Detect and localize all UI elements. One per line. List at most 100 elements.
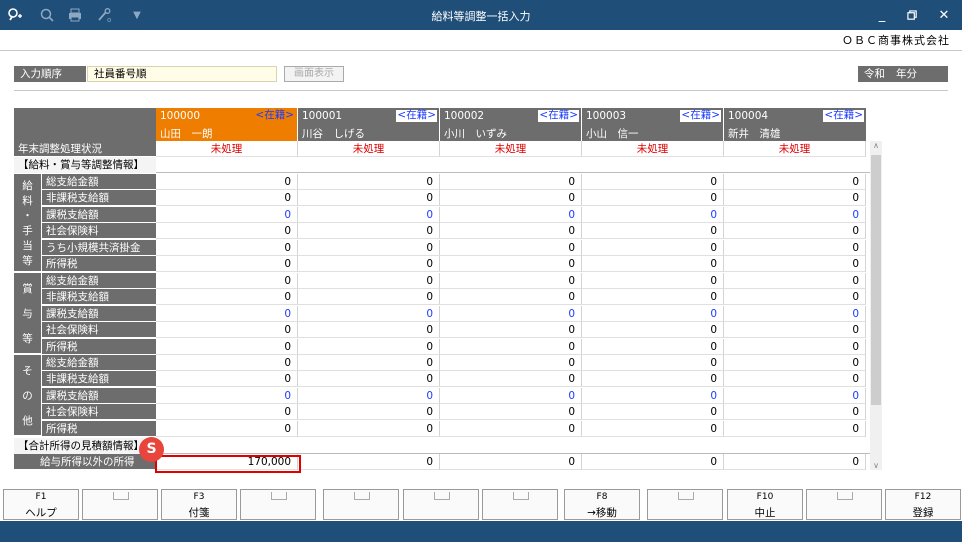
amount-cell[interactable]: 0 [724, 420, 866, 437]
amount-cell[interactable]: 0 [156, 420, 298, 437]
close-icon[interactable]: ✕ [930, 5, 958, 25]
amount-cell[interactable]: 0 [582, 387, 724, 404]
amount-cell[interactable]: 0 [440, 273, 582, 289]
amount-cell[interactable]: 0 [582, 289, 724, 306]
amount-cell[interactable]: 0 [724, 404, 866, 421]
other-income-cell[interactable]: 0 [724, 454, 866, 470]
amount-cell[interactable]: 0 [298, 223, 440, 240]
amount-cell[interactable]: 0 [156, 305, 298, 322]
restore-icon[interactable] [898, 5, 926, 25]
amount-cell[interactable]: 0 [298, 322, 440, 339]
f5-button[interactable] [323, 489, 399, 520]
amount-cell[interactable]: 0 [724, 338, 866, 355]
amount-cell[interactable]: 0 [156, 289, 298, 306]
other-income-cell[interactable]: 0 [582, 454, 724, 470]
amount-cell[interactable]: 0 [156, 273, 298, 289]
vertical-scrollbar[interactable]: ∧ ∨ [870, 141, 882, 470]
amount-cell[interactable]: 0 [440, 371, 582, 388]
employee-header-100000[interactable]: 100000 <在籍> 山田 一朗 [156, 108, 298, 141]
amount-cell[interactable]: 0 [724, 322, 866, 339]
amount-cell[interactable]: 0 [156, 239, 298, 256]
f4-button[interactable] [240, 489, 316, 520]
amount-cell[interactable]: 0 [440, 223, 582, 240]
amount-cell[interactable]: 0 [582, 239, 724, 256]
employee-header-100001[interactable]: 100001 <在籍> 川谷 しげる [298, 108, 440, 141]
amount-cell[interactable]: 0 [582, 273, 724, 289]
amount-cell[interactable]: 0 [440, 322, 582, 339]
employee-header-100003[interactable]: 100003 <在籍> 小山 信一 [582, 108, 724, 141]
f6-button[interactable] [403, 489, 479, 520]
amount-cell[interactable]: 0 [582, 256, 724, 272]
amount-cell[interactable]: 0 [582, 371, 724, 388]
f12-register-button[interactable]: F12 登録 [885, 489, 961, 520]
amount-cell[interactable]: 0 [298, 174, 440, 190]
amount-cell[interactable]: 0 [724, 223, 866, 240]
amount-cell[interactable]: 0 [298, 273, 440, 289]
f8-move-button[interactable]: F8 →移動 [564, 489, 640, 520]
amount-cell[interactable]: 0 [724, 190, 866, 207]
amount-cell[interactable]: 0 [582, 338, 724, 355]
amount-cell[interactable]: 0 [440, 289, 582, 306]
amount-cell[interactable]: 0 [440, 206, 582, 223]
amount-cell[interactable]: 0 [440, 190, 582, 207]
scroll-down-icon[interactable]: ∨ [870, 461, 882, 470]
amount-cell[interactable]: 0 [156, 338, 298, 355]
amount-cell[interactable]: 0 [156, 371, 298, 388]
amount-cell[interactable]: 0 [156, 387, 298, 404]
amount-cell[interactable]: 0 [298, 371, 440, 388]
amount-cell[interactable]: 0 [298, 404, 440, 421]
amount-cell[interactable]: 0 [298, 305, 440, 322]
amount-cell[interactable]: 0 [298, 190, 440, 207]
amount-cell[interactable]: 0 [298, 256, 440, 272]
amount-cell[interactable]: 0 [440, 338, 582, 355]
amount-cell[interactable]: 0 [440, 256, 582, 272]
amount-cell[interactable]: 0 [582, 305, 724, 322]
amount-cell[interactable]: 0 [440, 355, 582, 371]
amount-cell[interactable]: 0 [724, 355, 866, 371]
amount-cell[interactable]: 0 [440, 387, 582, 404]
scroll-thumb[interactable] [871, 155, 881, 405]
scroll-up-icon[interactable]: ∧ [870, 141, 882, 150]
amount-cell[interactable]: 0 [440, 420, 582, 437]
f2-button[interactable] [82, 489, 158, 520]
amount-cell[interactable]: 0 [298, 338, 440, 355]
f10-cancel-button[interactable]: F10 中止 [727, 489, 803, 520]
amount-cell[interactable]: 0 [724, 174, 866, 190]
amount-cell[interactable]: 0 [440, 239, 582, 256]
amount-cell[interactable]: 0 [582, 206, 724, 223]
amount-cell[interactable]: 0 [582, 223, 724, 240]
f7-button[interactable] [482, 489, 558, 520]
employee-header-100002[interactable]: 100002 <在籍> 小川 いずみ [440, 108, 582, 141]
amount-cell[interactable]: 0 [724, 371, 866, 388]
amount-cell[interactable]: 0 [298, 206, 440, 223]
f1-help-button[interactable]: F1 ヘルプ [3, 489, 79, 520]
minimize-icon[interactable]: _ [868, 5, 896, 25]
amount-cell[interactable]: 0 [724, 289, 866, 306]
amount-cell[interactable]: 0 [298, 420, 440, 437]
amount-cell[interactable]: 0 [156, 404, 298, 421]
amount-cell[interactable]: 0 [440, 174, 582, 190]
amount-cell[interactable]: 0 [582, 322, 724, 339]
amount-cell[interactable]: 0 [724, 256, 866, 272]
f9-button[interactable] [647, 489, 723, 520]
amount-cell[interactable]: 0 [724, 387, 866, 404]
amount-cell[interactable]: 0 [582, 355, 724, 371]
amount-cell[interactable]: 0 [298, 387, 440, 404]
amount-cell[interactable]: 0 [724, 273, 866, 289]
amount-cell[interactable]: 0 [156, 223, 298, 240]
amount-cell[interactable]: 0 [156, 322, 298, 339]
amount-cell[interactable]: 0 [582, 174, 724, 190]
amount-cell[interactable]: 0 [298, 239, 440, 256]
other-income-cell[interactable]: 0 [440, 454, 582, 470]
f11-button[interactable] [806, 489, 882, 520]
amount-cell[interactable]: 0 [724, 239, 866, 256]
amount-cell[interactable]: 0 [156, 174, 298, 190]
amount-cell[interactable]: 0 [156, 206, 298, 223]
amount-cell[interactable]: 0 [156, 355, 298, 371]
f3-sticky-note-button[interactable]: F3 付箋 [161, 489, 237, 520]
amount-cell[interactable]: 0 [298, 355, 440, 371]
employee-header-100004[interactable]: 100004 <在籍> 新井 清雄 [724, 108, 866, 141]
amount-cell[interactable]: 0 [582, 404, 724, 421]
other-income-cell[interactable]: 0 [298, 454, 440, 470]
amount-cell[interactable]: 0 [724, 305, 866, 322]
